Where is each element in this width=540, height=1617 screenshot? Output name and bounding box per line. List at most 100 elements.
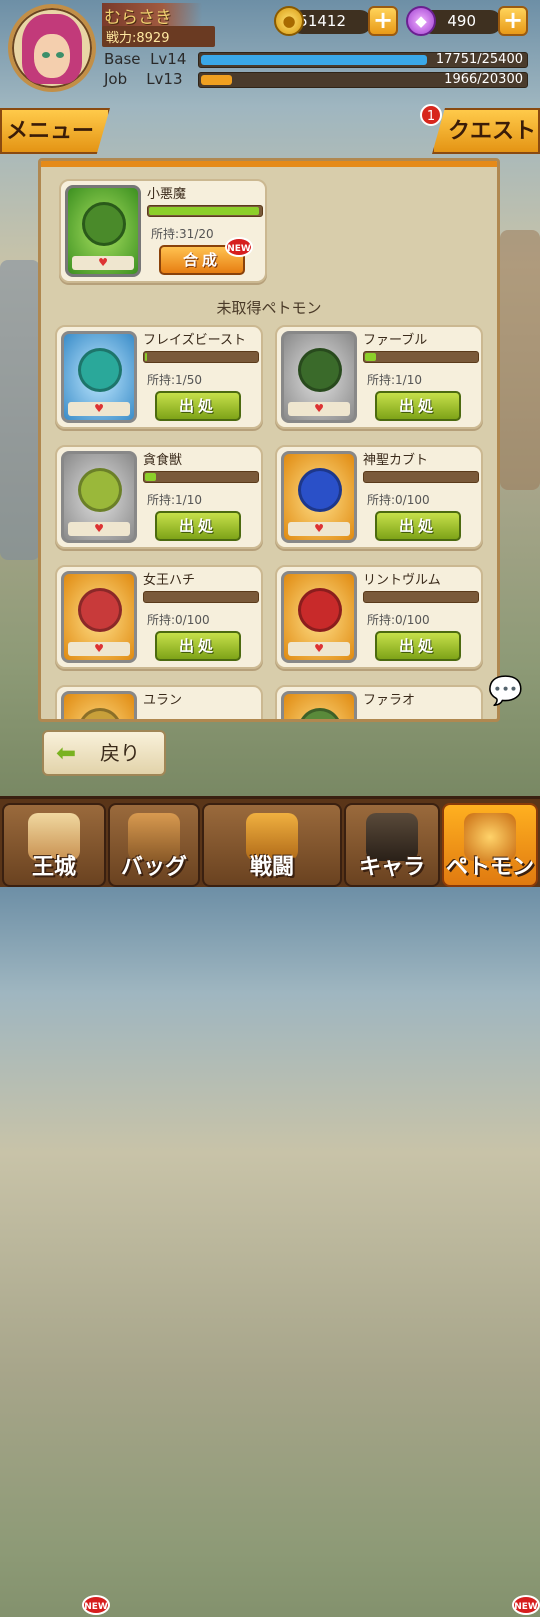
nav-castle-new-badge: NEW bbox=[82, 1595, 110, 1615]
pet-monster-icon bbox=[298, 468, 342, 512]
pet-thumbnail[interactable]: ♥ bbox=[65, 185, 141, 277]
pet-progress-fill bbox=[149, 207, 259, 215]
pet-monster-icon bbox=[298, 348, 342, 392]
pet-owned-count: 所持:0/100 bbox=[147, 613, 210, 627]
nav-petmon-new-badge: NEW bbox=[512, 1595, 540, 1615]
nav-battle-label: 戦闘 bbox=[249, 855, 294, 880]
pet-owned-count: 所持:31/20 bbox=[151, 227, 214, 241]
source-button[interactable]: 出処 bbox=[375, 391, 461, 421]
pet-progress-bar bbox=[363, 471, 479, 483]
gem-icon: ◆ bbox=[406, 6, 436, 36]
source-button[interactable]: 出処 bbox=[155, 391, 241, 421]
pet-progress-fill bbox=[145, 353, 147, 361]
nav-bag-label: バッグ bbox=[120, 855, 187, 880]
new-badge: NEW bbox=[225, 237, 253, 257]
back-label: 戻り bbox=[100, 741, 140, 765]
chat-icon[interactable]: 💬 bbox=[488, 676, 532, 708]
pet-card[interactable]: ♥ リントヴルム所持:0/100 出処 bbox=[275, 565, 483, 669]
quest-badge: 1 bbox=[420, 104, 442, 126]
pet-card[interactable]: ♥ フレイズビースト 所持:1/50 出処 bbox=[55, 325, 263, 429]
pet-thumbnail[interactable]: ♥ bbox=[61, 691, 137, 719]
owned-pet-card[interactable]: ♥ 小悪魔 所持:31/20 合成 NEW bbox=[59, 179, 267, 283]
gold-amount: 51412 bbox=[298, 12, 346, 30]
quest-button[interactable]: クエスト bbox=[432, 108, 540, 154]
pet-name: ユラン bbox=[143, 693, 183, 708]
source-button[interactable]: 出処 bbox=[375, 631, 461, 661]
nav-bag[interactable]: バッグ bbox=[108, 803, 200, 887]
pet-thumbnail[interactable]: ♥ bbox=[61, 331, 137, 423]
pet-monster-icon bbox=[78, 468, 122, 512]
nav-character-label: キャラ bbox=[358, 855, 425, 880]
job-exp-fill bbox=[201, 75, 232, 85]
pet-name: 女王ハチ bbox=[143, 573, 196, 588]
pet-name: 貪食獣 bbox=[143, 453, 183, 468]
pet-progress-bar bbox=[147, 205, 263, 217]
avatar-face bbox=[34, 34, 70, 78]
pet-progress-bar bbox=[363, 591, 479, 603]
avatar-eye-left bbox=[42, 52, 50, 58]
pet-card[interactable]: ♥ ユラン bbox=[55, 685, 263, 719]
favorite-heart-icon[interactable]: ♥ bbox=[68, 642, 130, 656]
pet-card[interactable]: ♥ 神聖カブト 所持:0/100 出処 bbox=[275, 445, 483, 549]
background-castle bbox=[0, 260, 40, 560]
player-header: むらさき 戦力:8929 51412 ● + 490 ◆ + Base Lv14… bbox=[0, 0, 540, 100]
pet-thumbnail[interactable]: ♥ bbox=[61, 451, 137, 543]
base-exp-fill bbox=[201, 55, 427, 65]
pet-progress-bar bbox=[143, 471, 259, 483]
nav-battle[interactable]: 戦闘 bbox=[202, 803, 342, 887]
petmon-panel[interactable]: ♥ 小悪魔 所持:31/20 合成 NEW 未取得ペトモン ♥ フレイズビースト所… bbox=[38, 158, 500, 722]
pet-owned-count: 所持:1/50 bbox=[147, 373, 202, 387]
job-exp-bar: 1966/20300 bbox=[198, 72, 528, 88]
pet-progress-bar bbox=[143, 351, 259, 363]
avatar[interactable] bbox=[8, 4, 96, 92]
pet-thumbnail[interactable]: ♥ bbox=[281, 331, 357, 423]
pet-progress-bar bbox=[363, 351, 479, 363]
pet-monster-icon bbox=[78, 588, 122, 632]
pet-thumbnail[interactable]: ♥ bbox=[281, 691, 357, 719]
pet-name: リントヴルム bbox=[363, 573, 441, 588]
nav-castle-label: 王城 bbox=[31, 855, 76, 880]
pet-owned-count: 所持:0/100 bbox=[367, 613, 430, 627]
nav-petmon[interactable]: ペトモン bbox=[442, 803, 538, 887]
panel-top-bar bbox=[41, 161, 497, 167]
pet-card[interactable]: ♥ ファーブル 所持:1/10 出処 bbox=[275, 325, 483, 429]
favorite-heart-icon[interactable]: ♥ bbox=[68, 522, 130, 536]
pet-card[interactable]: ♥ 貪食獣所持:1/10 出処 bbox=[55, 445, 263, 549]
job-level-label: Job Lv13 bbox=[104, 70, 183, 88]
nav-petmon-label: ペトモン bbox=[445, 855, 534, 880]
favorite-heart-icon[interactable]: ♥ bbox=[68, 402, 130, 416]
source-button[interactable]: 出処 bbox=[375, 511, 461, 541]
favorite-heart-icon[interactable]: ♥ bbox=[72, 256, 134, 270]
nav-character[interactable]: キャラ bbox=[344, 803, 440, 887]
source-button[interactable]: 出処 bbox=[155, 631, 241, 661]
pet-owned-count: 所持:1/10 bbox=[147, 493, 202, 507]
pet-thumbnail[interactable]: ♥ bbox=[61, 571, 137, 663]
favorite-heart-icon[interactable]: ♥ bbox=[288, 522, 350, 536]
pet-progress-fill bbox=[365, 353, 376, 361]
favorite-heart-icon[interactable]: ♥ bbox=[288, 402, 350, 416]
source-button[interactable]: 出処 bbox=[155, 511, 241, 541]
add-gem-button[interactable]: + bbox=[498, 6, 528, 36]
menu-button[interactable]: メニュー bbox=[0, 108, 110, 154]
pet-progress-bar bbox=[143, 591, 259, 603]
base-exp-bar: 17751/25400 bbox=[198, 52, 528, 68]
base-exp-value: 17751/25400 bbox=[435, 52, 523, 67]
gem-amount: 490 bbox=[447, 12, 476, 30]
add-gold-button[interactable]: + bbox=[368, 6, 398, 36]
back-button[interactable]: ⬅ 戻り bbox=[42, 730, 166, 776]
avatar-eye-right bbox=[56, 52, 64, 58]
pet-progress-fill bbox=[145, 473, 156, 481]
pet-thumbnail[interactable]: ♥ bbox=[281, 451, 357, 543]
pet-monster-icon bbox=[298, 708, 342, 719]
background-tower bbox=[500, 230, 540, 490]
pet-card[interactable]: ♥ 女王ハチ所持:0/100 出処 bbox=[55, 565, 263, 669]
pet-owned-count: 所持:0/100 bbox=[367, 493, 430, 507]
job-exp-value: 1966/20300 bbox=[444, 72, 523, 87]
section-title: 未取得ペトモン bbox=[216, 299, 322, 317]
favorite-heart-icon[interactable]: ♥ bbox=[288, 642, 350, 656]
nav-castle[interactable]: 王城 bbox=[2, 803, 106, 887]
pet-thumbnail[interactable]: ♥ bbox=[281, 571, 357, 663]
bottom-nav: 王城 NEW バッグ 戦闘 キャラ ペトモン NEW bbox=[0, 796, 540, 1615]
back-arrow-icon: ⬅ bbox=[56, 739, 77, 767]
pet-card[interactable]: ♥ ファラオ bbox=[275, 685, 483, 719]
